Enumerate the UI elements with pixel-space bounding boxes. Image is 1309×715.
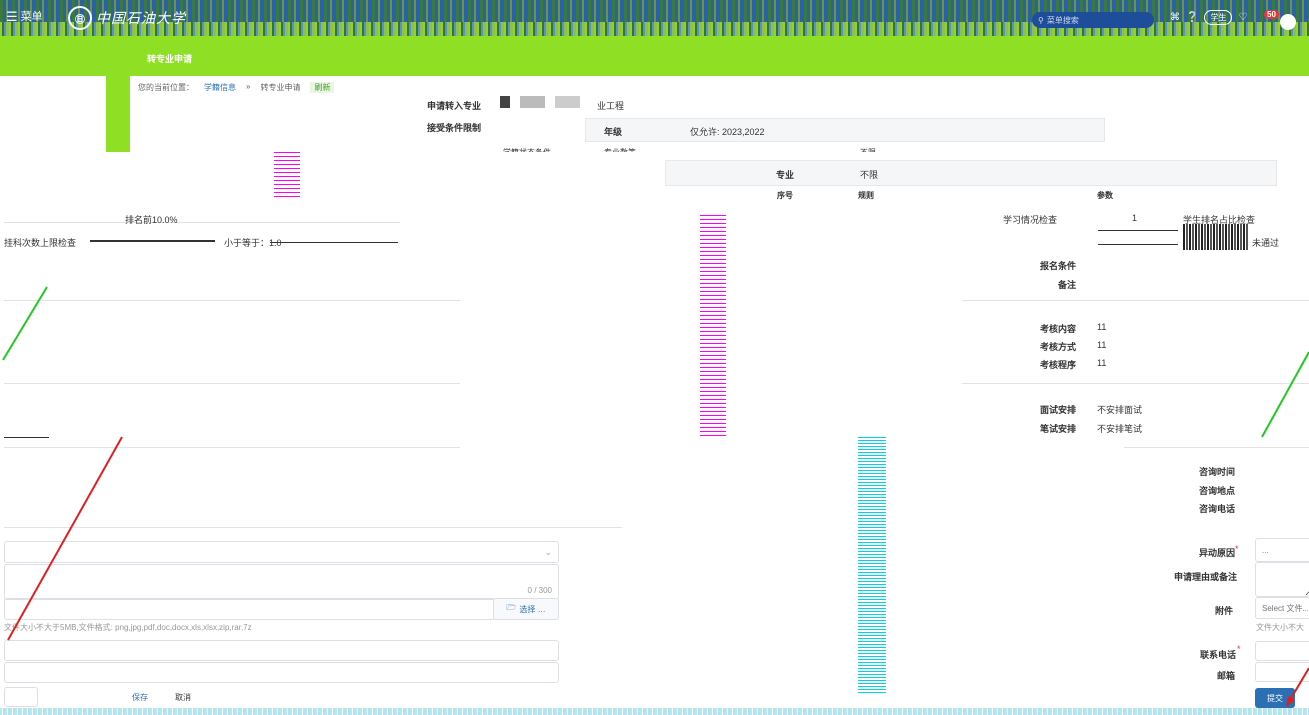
red-arrow-line [7,436,123,641]
green-arrow-line [2,286,48,361]
red-arrow-line [1289,667,1309,701]
red-arrow-head [1286,696,1295,707]
green-arrow-line [1261,351,1309,438]
bottom-decoration [0,708,1309,715]
annotation-overlay [2,286,1309,707]
